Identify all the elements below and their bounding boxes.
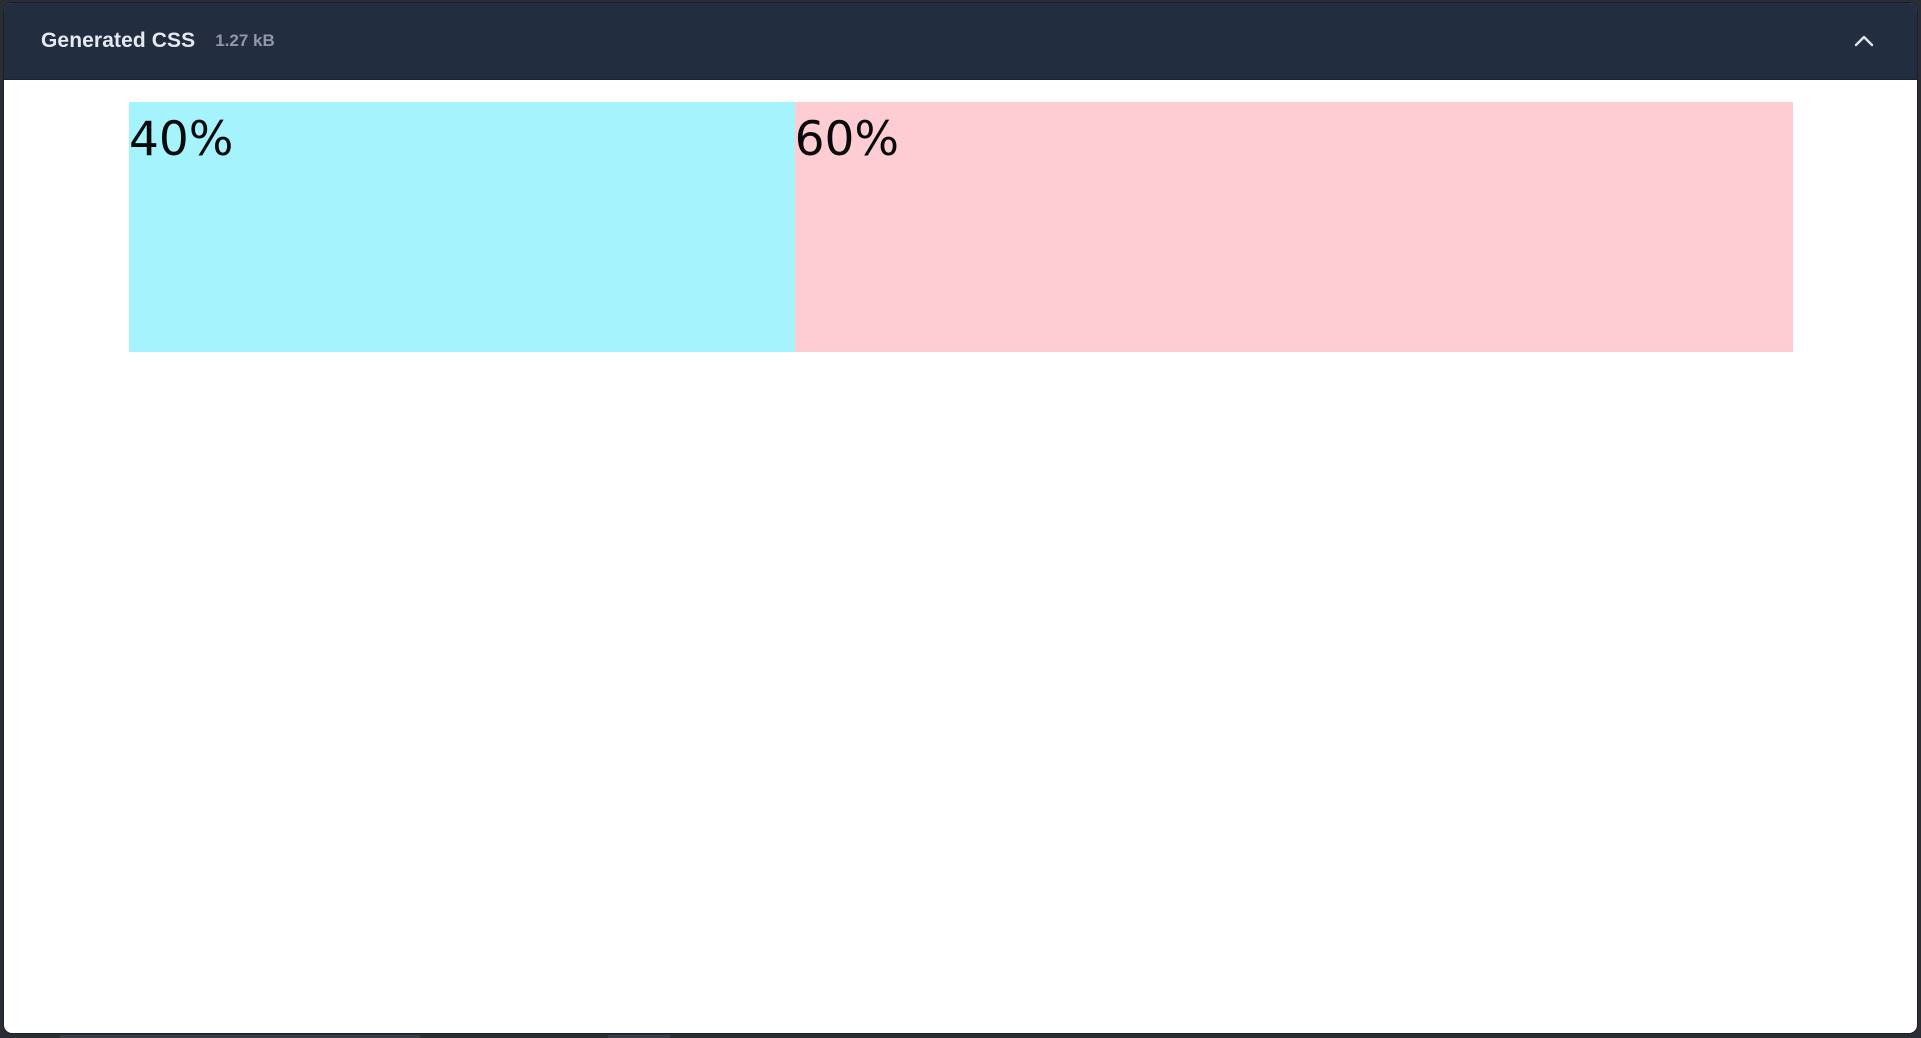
file-size-label: 1.27 kB	[215, 31, 275, 50]
scrollbar-track	[0, 1034, 1921, 1038]
generated-css-panel: Generated CSS 1.27 kB 40% 60%	[4, 3, 1917, 1033]
window-frame: Generated CSS 1.27 kB 40% 60%	[0, 0, 1921, 1038]
split-cell-left-label: 40%	[129, 112, 234, 167]
chevron-up-icon	[1854, 35, 1874, 47]
panel-header[interactable]: Generated CSS 1.27 kB	[4, 3, 1917, 80]
split-cell-left: 40%	[129, 102, 795, 352]
css-preview-area: 40% 60%	[129, 102, 1793, 352]
panel-title: Generated CSS	[41, 29, 196, 52]
collapse-button[interactable]	[1851, 29, 1877, 53]
split-cell-right-label: 60%	[794, 112, 900, 167]
split-cell-right: 60%	[794, 102, 1793, 352]
